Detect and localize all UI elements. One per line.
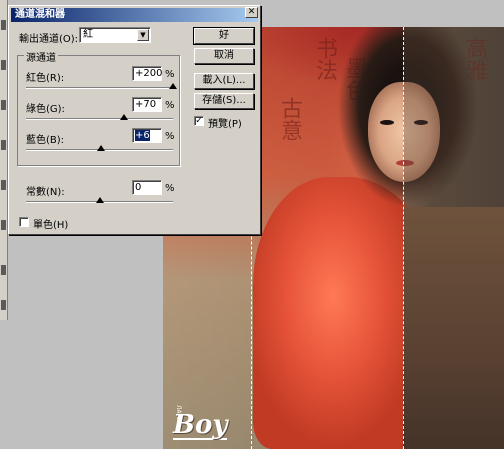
ok-button[interactable]: 好 bbox=[193, 27, 255, 45]
constant-input[interactable]: 0 bbox=[132, 180, 162, 195]
channel-mixer-dialog: 通道混和器 ✕ 輸出通道(O): 紅 ▼ 源通道 紅色(R): +200 % 綠… bbox=[8, 5, 261, 235]
tool-icon[interactable] bbox=[1, 100, 6, 110]
tool-icon[interactable] bbox=[1, 60, 6, 70]
green-channel-input[interactable]: +70 bbox=[132, 97, 162, 112]
tool-icon[interactable] bbox=[1, 220, 6, 230]
unadjusted-region bbox=[403, 27, 504, 449]
red-channel-slider-thumb[interactable] bbox=[169, 83, 177, 89]
output-channel-select[interactable]: 紅 ▼ bbox=[79, 27, 151, 43]
tool-icon[interactable] bbox=[1, 300, 6, 310]
blue-channel-label: 藍色(B): bbox=[26, 135, 65, 146]
calligraphy-background: 书法 bbox=[312, 37, 337, 81]
percent-unit: % bbox=[165, 69, 175, 80]
close-icon[interactable]: ✕ bbox=[245, 7, 258, 18]
percent-unit: % bbox=[165, 183, 175, 194]
source-channels-title: 源通道 bbox=[24, 49, 58, 64]
green-channel-label: 綠色(G): bbox=[26, 104, 65, 115]
toolbox bbox=[0, 0, 8, 320]
calligraphy-background: 古意 bbox=[277, 97, 302, 141]
save-button[interactable]: 存儲(S)... bbox=[194, 93, 254, 109]
tool-icon[interactable] bbox=[1, 180, 6, 190]
watermark: Boy bbox=[173, 410, 228, 440]
tool-icon[interactable] bbox=[1, 265, 6, 275]
percent-unit: % bbox=[165, 131, 175, 142]
output-channel-value: 紅 bbox=[83, 29, 93, 40]
preview-checkbox[interactable]: ✓ bbox=[194, 116, 204, 126]
preview-label: 預覽(P) bbox=[208, 119, 242, 130]
chevron-down-icon[interactable]: ▼ bbox=[137, 29, 149, 41]
red-channel-slider-track[interactable] bbox=[26, 87, 173, 89]
green-channel-slider-track[interactable] bbox=[26, 118, 173, 120]
red-channel-label: 紅色(R): bbox=[26, 73, 65, 84]
constant-label: 常數(N): bbox=[26, 187, 65, 198]
percent-unit: % bbox=[165, 100, 175, 111]
monochrome-checkbox[interactable] bbox=[19, 217, 29, 227]
blue-channel-slider-thumb[interactable] bbox=[96, 145, 105, 151]
monochrome-label: 單色(H) bbox=[33, 220, 69, 231]
selection-marquee-right bbox=[403, 27, 404, 449]
load-button[interactable]: 載入(L)... bbox=[194, 73, 254, 89]
cancel-button[interactable]: 取消 bbox=[194, 48, 254, 64]
tool-icon[interactable] bbox=[1, 140, 6, 150]
blue-channel-input[interactable]: +6 bbox=[132, 128, 162, 143]
constant-slider-thumb[interactable] bbox=[95, 197, 104, 203]
output-channel-label: 輸出通道(O): bbox=[19, 34, 79, 45]
red-channel-input[interactable]: +200 bbox=[132, 66, 162, 81]
dialog-title[interactable]: 通道混和器 bbox=[11, 8, 258, 22]
eye bbox=[380, 120, 394, 125]
green-channel-slider-thumb[interactable] bbox=[120, 114, 129, 120]
tool-icon[interactable] bbox=[1, 20, 6, 30]
